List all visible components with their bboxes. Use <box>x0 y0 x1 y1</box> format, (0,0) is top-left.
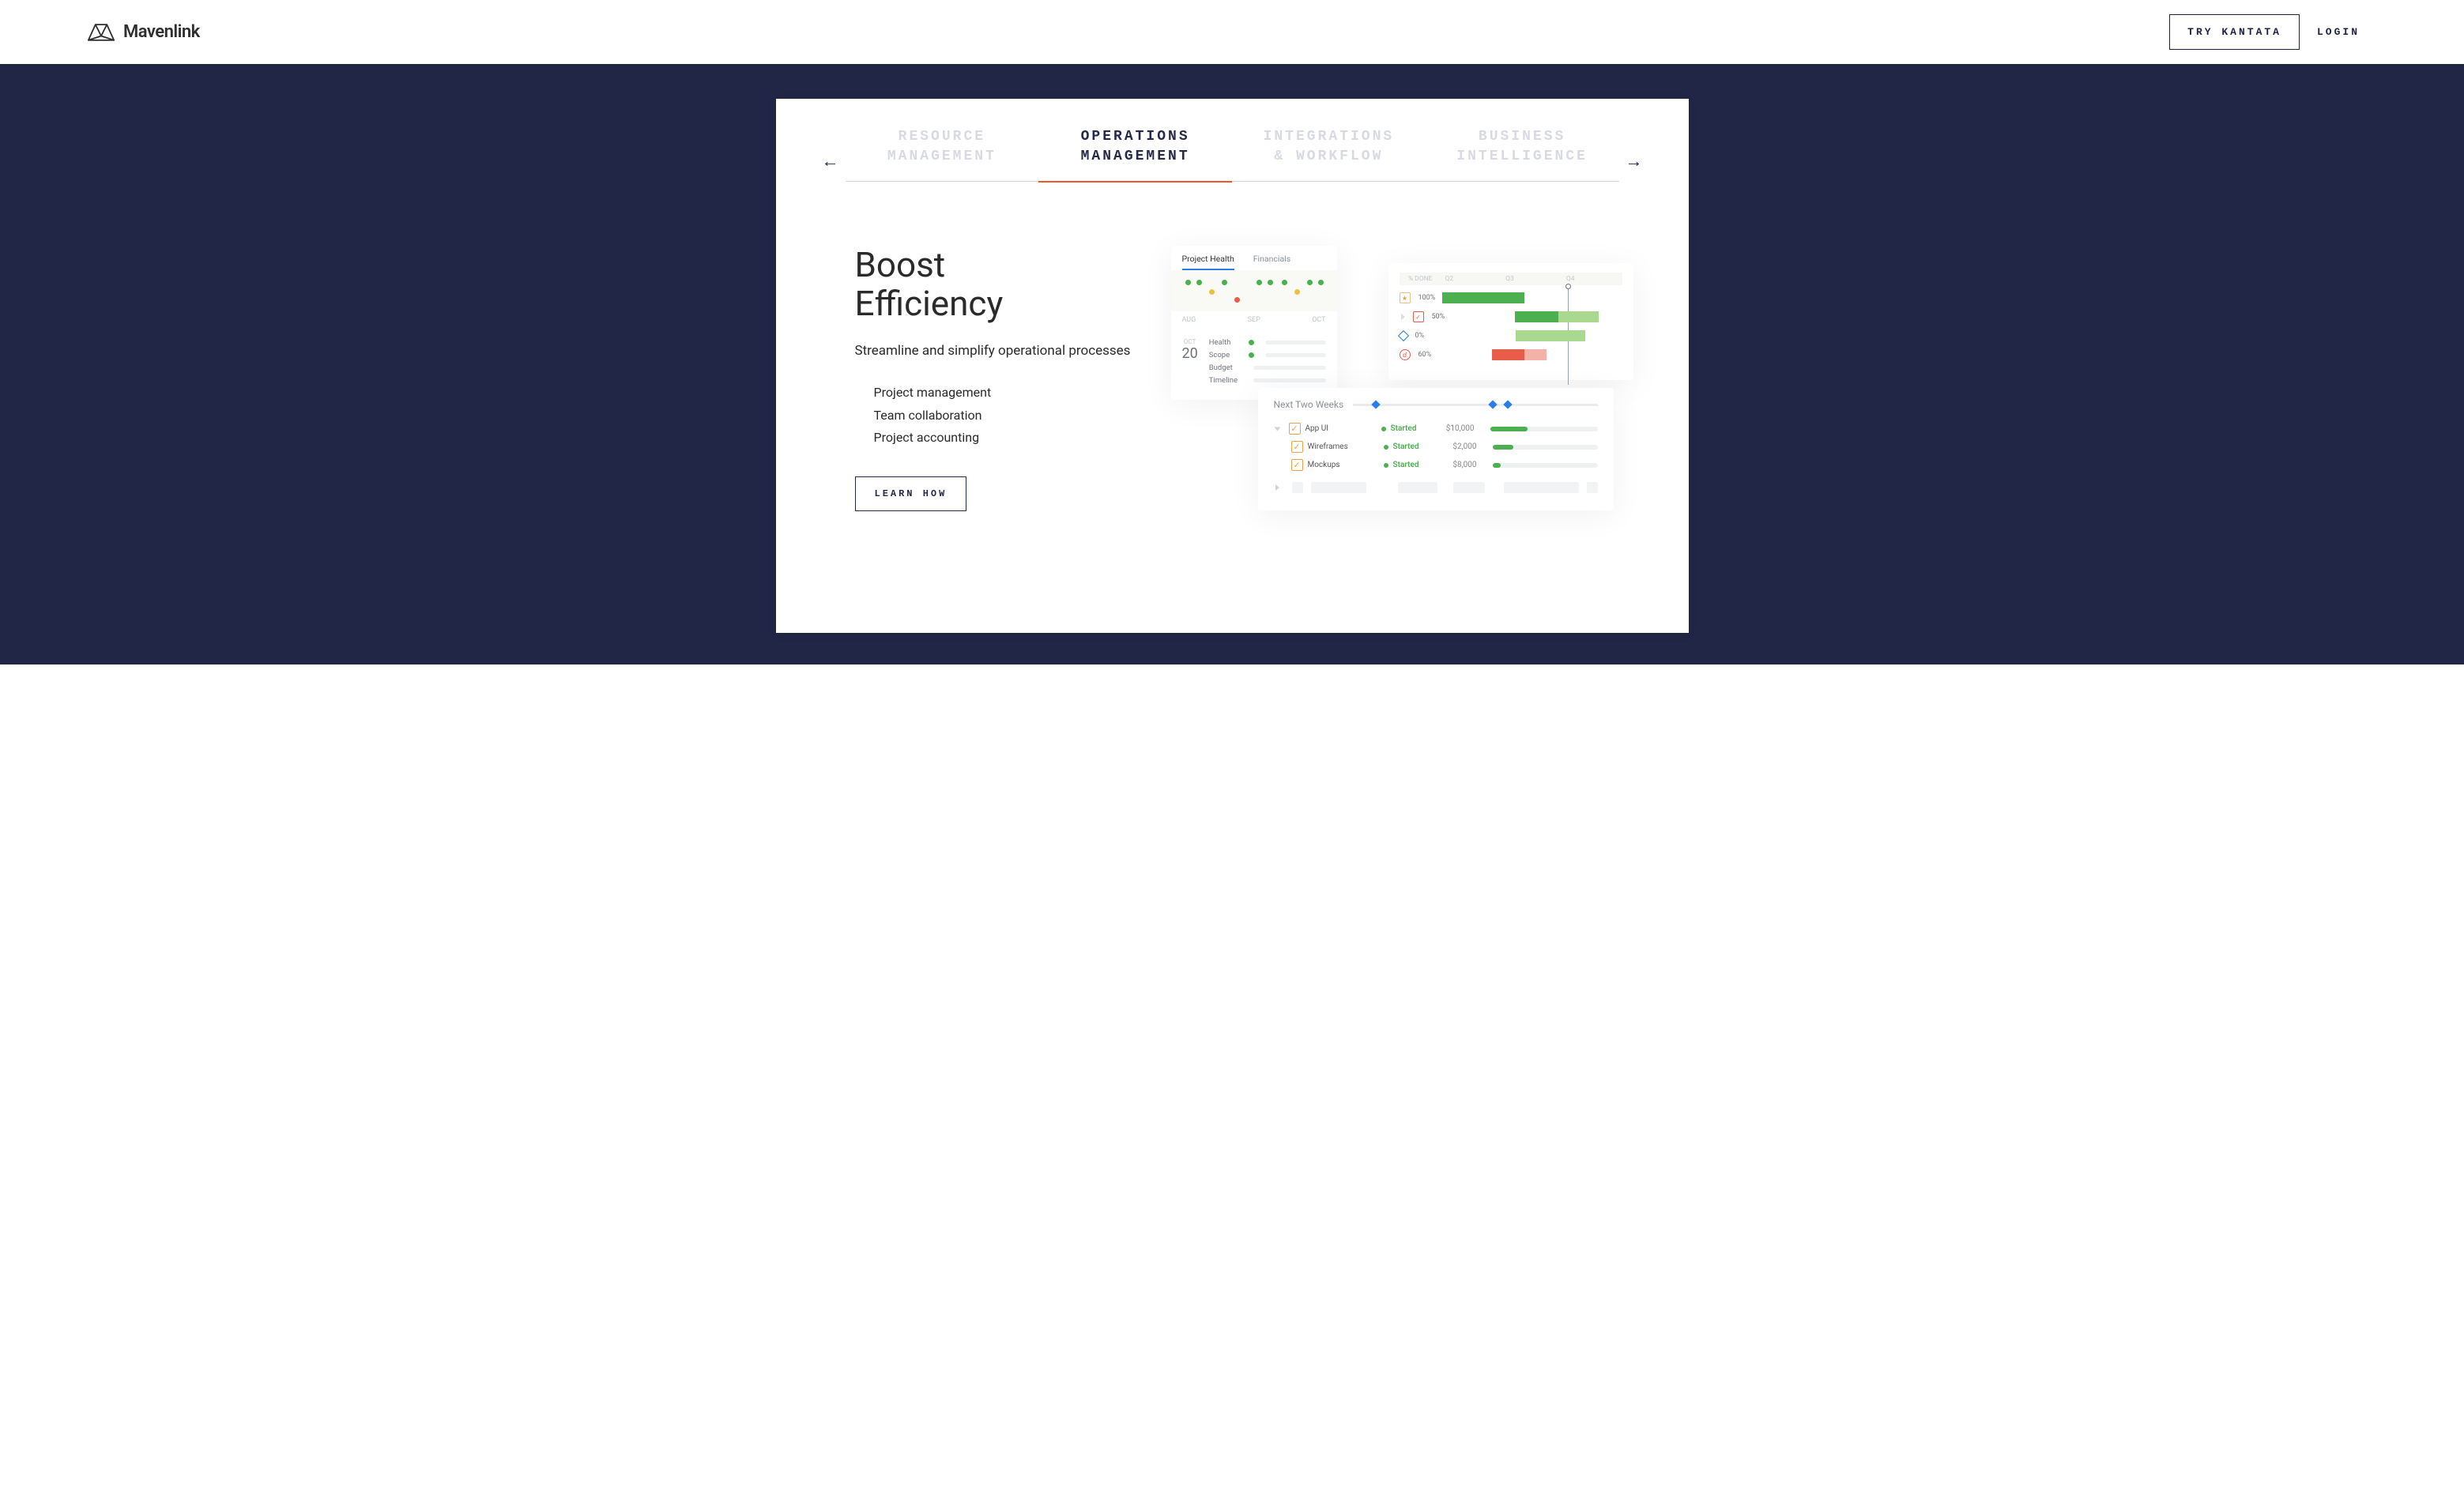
mockups-column: Project Health Financials <box>1171 246 1641 578</box>
try-kantata-button[interactable]: TRY KANTATA <box>2169 14 2300 50</box>
expand-caret-icon <box>1275 484 1279 491</box>
feature-heading: BoostEfficiency <box>855 246 1140 322</box>
feature-tabs: ← RESOURCEMANAGEMENT OPERATIONSMANAGEMEN… <box>776 127 1689 183</box>
checkbox-icon: ✓ <box>1289 423 1301 435</box>
mock-dot-chart <box>1171 270 1337 311</box>
mock-tab-project-health: Project Health <box>1182 254 1234 270</box>
kpi-row: Timeline <box>1209 376 1326 385</box>
nav-actions: TRY KANTATA LOGIN <box>2169 14 2377 50</box>
kpi-row: Health <box>1209 338 1326 347</box>
learn-how-button[interactable]: LEARN HOW <box>855 476 967 511</box>
login-button[interactable]: LOGIN <box>2300 15 2377 49</box>
tab-operations-management[interactable]: OPERATIONSMANAGEMENT <box>1038 127 1232 183</box>
mavenlink-logo-icon <box>87 23 115 42</box>
checkbox-icon: ✓ <box>1291 441 1303 453</box>
today-marker-icon <box>1565 284 1571 289</box>
content-row: BoostEfficiency Streamline and simplify … <box>776 183 1689 578</box>
status-dot-icon <box>1384 463 1388 468</box>
task-row-placeholder <box>1258 474 1614 496</box>
mock3-title: Next Two Weeks <box>1274 399 1344 410</box>
mock-task-list: Next Two Weeks ✓ App UI Started $ <box>1258 388 1614 510</box>
mock3-header: Next Two Weeks <box>1258 399 1614 420</box>
prev-arrow-icon[interactable]: ← <box>816 127 846 171</box>
gantt-row: ★100% <box>1388 290 1633 306</box>
task-row: ✓ App UI Started $10,000 <box>1258 420 1614 438</box>
tab-integrations-workflow[interactable]: INTEGRATIONS& WORKFLOW <box>1232 127 1426 182</box>
mock-project-health: Project Health Financials <box>1171 246 1337 400</box>
task-row: ✓ Mockups Started $8,000 <box>1258 456 1614 474</box>
mock-date: OCT 20 <box>1182 338 1198 389</box>
feature-card: ← RESOURCEMANAGEMENT OPERATIONSMANAGEMEN… <box>776 99 1689 633</box>
mock-gantt: % DONE Q2 Q3 Q4 ★100% ✓50% 0% ⅆ60% <box>1388 263 1633 380</box>
bullet-item: Project management <box>874 382 1140 405</box>
gantt-row: ✓50% <box>1388 309 1633 325</box>
milestone-diamond-icon <box>1489 400 1498 408</box>
status-dot-icon <box>1381 427 1386 431</box>
brand-logo[interactable]: Mavenlink <box>87 22 200 42</box>
brand-name: Mavenlink <box>123 22 200 42</box>
kpi-row: Scope <box>1209 351 1326 360</box>
checkbox-icon: ✓ <box>1291 459 1303 471</box>
bullet-item: Project accounting <box>874 427 1140 450</box>
mock-tabs: Project Health Financials <box>1171 246 1337 270</box>
feature-bullets: Project management Team collaboration Pr… <box>855 382 1140 450</box>
mock3-timeline <box>1353 404 1597 406</box>
next-arrow-icon[interactable]: → <box>1619 127 1649 171</box>
gantt-row: 0% <box>1388 328 1633 344</box>
bullet-item: Team collaboration <box>874 405 1140 427</box>
mock-axis-labels: AUGSEPOCT <box>1171 311 1337 332</box>
tab-resource-management[interactable]: RESOURCEMANAGEMENT <box>846 127 1039 182</box>
expand-caret-icon <box>1274 427 1280 431</box>
tab-business-intelligence[interactable]: BUSINESSINTELLIGENCE <box>1426 127 1619 182</box>
mock-tab-financials: Financials <box>1253 254 1290 270</box>
milestone-diamond-icon <box>1503 400 1512 408</box>
top-nav: Mavenlink TRY KANTATA LOGIN <box>0 0 2464 64</box>
task-row: ✓ Wireframes Started $2,000 <box>1258 438 1614 456</box>
milestone-diamond-icon <box>1371 400 1380 408</box>
gantt-row: ⅆ60% <box>1388 347 1633 363</box>
status-dot-icon <box>1384 445 1388 450</box>
gantt-header: % DONE Q2 Q3 Q4 <box>1388 273 1633 290</box>
hero-section: ← RESOURCEMANAGEMENT OPERATIONSMANAGEMEN… <box>0 64 2464 664</box>
mock-kpi-list: Health Scope Budget Timeline <box>1209 338 1326 389</box>
kpi-row: Budget <box>1209 363 1326 372</box>
copy-column: BoostEfficiency Streamline and simplify … <box>855 246 1140 578</box>
feature-subheading: Streamline and simplify operational proc… <box>855 341 1140 361</box>
